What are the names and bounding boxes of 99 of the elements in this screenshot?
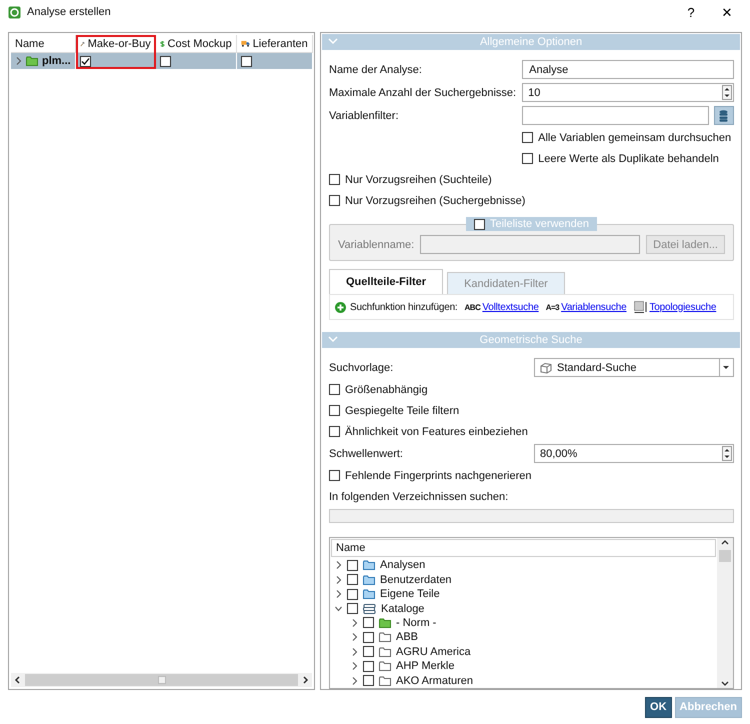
- checkbox[interactable]: [329, 195, 340, 206]
- ok-button[interactable]: OK: [645, 696, 672, 718]
- database-button[interactable]: [714, 106, 734, 125]
- checkbox[interactable]: [347, 588, 358, 600]
- tree-item[interactable]: Kataloge: [381, 602, 424, 615]
- tree-row[interactable]: plm...: [11, 53, 76, 69]
- expand-chevron-icon[interactable]: [335, 590, 342, 598]
- vertical-scrollbar[interactable]: [717, 538, 733, 688]
- tab[interactable]: Quellteile-Filter: [329, 269, 444, 294]
- help-button[interactable]: ?: [676, 4, 706, 20]
- folder-icon: [379, 676, 391, 686]
- checkbox[interactable]: [329, 384, 340, 395]
- cube-icon: [540, 362, 552, 374]
- tree-item[interactable]: AGRU America: [396, 646, 471, 658]
- folder-icon: [26, 56, 38, 66]
- checkbox[interactable]: [329, 405, 340, 416]
- tree-item[interactable]: Benutzerdaten: [380, 574, 452, 586]
- scroll-thumb[interactable]: [158, 676, 166, 684]
- column-header[interactable]: Name: [331, 539, 716, 557]
- tree-item[interactable]: AKO Armaturen: [396, 674, 474, 687]
- checkbox-label[interactable]: Leere Werte als Duplikate behandeln: [538, 152, 719, 164]
- checkbox[interactable]: [347, 560, 358, 571]
- search-link[interactable]: Volltextsuche: [482, 302, 539, 312]
- truck-icon: [240, 38, 250, 49]
- checkbox[interactable]: [160, 56, 171, 66]
- folder-icon: [379, 646, 391, 657]
- checkbox[interactable]: [347, 603, 358, 614]
- expand-chevron-icon[interactable]: [351, 676, 358, 685]
- folder-icon: [379, 618, 391, 628]
- spin-arrows-icon[interactable]: [722, 446, 732, 461]
- checkbox[interactable]: [363, 646, 374, 658]
- expand-chevron-icon[interactable]: [351, 633, 358, 642]
- scroll-thumb[interactable]: [719, 550, 731, 562]
- table-cell[interactable]: [236, 53, 313, 69]
- app-icon: [8, 6, 21, 18]
- table-cell[interactable]: [76, 53, 156, 69]
- database-icon: [719, 110, 728, 122]
- field-label: Variablenname:: [338, 238, 414, 250]
- grid-cube-icon: [634, 301, 648, 313]
- expand-chevron-icon[interactable]: [335, 576, 342, 584]
- checkbox[interactable]: [347, 574, 358, 586]
- checkbox[interactable]: [363, 632, 374, 643]
- checkbox[interactable]: [363, 675, 374, 686]
- tree-item[interactable]: Analysen: [380, 559, 426, 572]
- folder-icon: [363, 589, 375, 600]
- field-label: Name der Analyse:: [329, 64, 423, 76]
- checkbox-label[interactable]: Nur Vorzugsreihen (Suchergebnisse): [345, 194, 526, 206]
- template-dropdown[interactable]: Standard-Suche: [534, 358, 734, 377]
- number-field[interactable]: 10: [522, 83, 734, 102]
- filter-field[interactable]: [522, 106, 709, 125]
- folder-icon: [363, 560, 375, 570]
- stack-icon: [363, 604, 376, 614]
- expand-chevron-icon[interactable]: [351, 618, 358, 627]
- search-link[interactable]: Topologiesuche: [650, 302, 716, 312]
- tree-item[interactable]: ABB: [396, 631, 418, 644]
- checkbox-label[interactable]: Fehlende Fingerprints nachgenerieren: [345, 470, 532, 482]
- directory-field[interactable]: [329, 509, 734, 523]
- tree-item[interactable]: - Norm -: [396, 616, 436, 629]
- checkbox[interactable]: [522, 153, 534, 164]
- field-label: Maximale Anzahl der Suchergebnisse:: [329, 86, 516, 98]
- expand-chevron-icon[interactable]: [335, 561, 342, 570]
- checkbox-label[interactable]: Größenabhängig: [345, 384, 428, 396]
- checkbox[interactable]: [329, 470, 340, 481]
- add-icon[interactable]: [335, 302, 346, 312]
- collapse-chevron-icon[interactable]: [335, 604, 342, 613]
- field-label: Schwellenwert:: [329, 448, 404, 460]
- add-label: Suchfunktion hinzufügen:: [350, 302, 458, 312]
- expand-chevron-icon[interactable]: [351, 648, 358, 656]
- checkbox[interactable]: [363, 617, 374, 628]
- folder-icon: [379, 632, 391, 642]
- checkbox[interactable]: [80, 56, 91, 66]
- field-label: In folgenden Verzeichnissen suchen:: [329, 490, 508, 502]
- checkbox[interactable]: [522, 132, 534, 143]
- search-link[interactable]: Variablensuche: [561, 302, 626, 312]
- table-cell[interactable]: [156, 53, 237, 69]
- field-label: Suchvorlage:: [329, 362, 394, 374]
- checkbox-label[interactable]: Alle Variablen gemeinsam durchsuchen: [538, 132, 732, 144]
- text-search-icon: ABC: [464, 302, 480, 312]
- checkbox[interactable]: [329, 174, 340, 185]
- checkbox-label[interactable]: Ähnlichkeit von Features einbeziehen: [345, 426, 528, 438]
- checkbox[interactable]: [329, 426, 340, 437]
- folder-icon: [379, 661, 391, 672]
- tree-item[interactable]: AHP Merkle: [396, 660, 454, 672]
- close-button[interactable]: ✕: [712, 4, 742, 20]
- folder-icon: [363, 574, 375, 585]
- variable-search-icon: A=3: [546, 302, 560, 312]
- spin-arrows-icon[interactable]: [722, 85, 732, 100]
- checkbox-label[interactable]: Nur Vorzugsreihen (Suchteile): [345, 174, 492, 186]
- field-label: Variablenfilter:: [329, 110, 400, 122]
- expand-chevron-icon[interactable]: [15, 57, 22, 65]
- name-field[interactable]: Analyse: [522, 60, 734, 79]
- tree-item[interactable]: Eigene Teile: [380, 588, 440, 600]
- threshold-field[interactable]: 80,00%: [534, 444, 734, 463]
- checkbox[interactable]: [240, 56, 252, 66]
- expand-chevron-icon[interactable]: [351, 662, 358, 670]
- checkbox-label[interactable]: Gespiegelte Teile filtern: [345, 404, 460, 416]
- window-title: Analyse erstellen: [27, 6, 112, 18]
- horizontal-scrollbar[interactable]: [11, 673, 312, 687]
- checkbox[interactable]: [363, 660, 374, 672]
